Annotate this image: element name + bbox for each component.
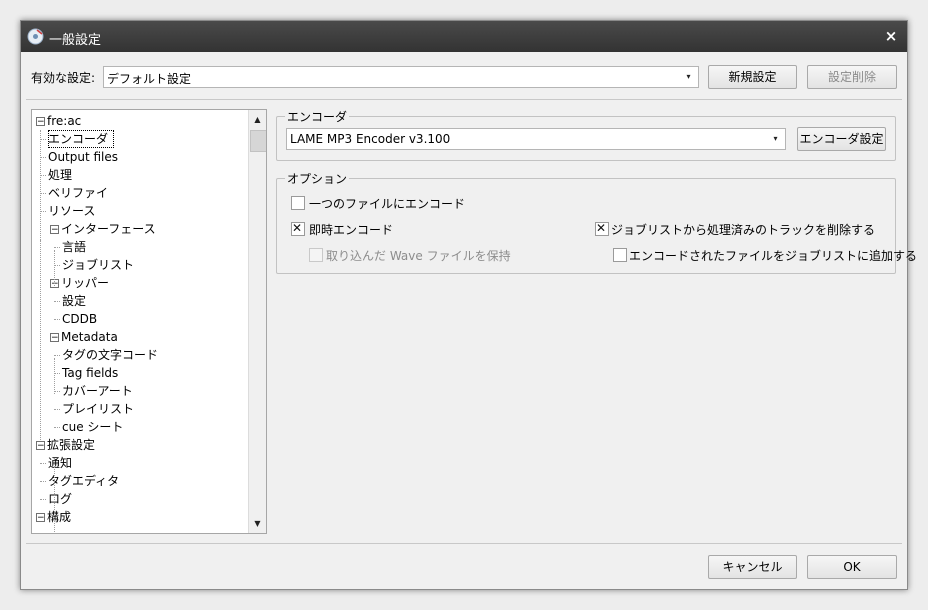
encoder-config-button[interactable]: エンコーダ設定 <box>797 127 886 151</box>
tree-item[interactable]: エンコーダ <box>48 130 115 148</box>
profile-label: 有効な設定: <box>31 71 96 85</box>
tree-expander-icon[interactable]: − <box>50 333 59 343</box>
keep-wave-checkbox[interactable] <box>309 248 323 262</box>
tree-item[interactable]: タグエディタ <box>48 472 119 490</box>
tree-item[interactable]: 通知 <box>48 454 72 472</box>
tree-scrollbar[interactable]: ▲ ▼ <box>248 110 266 533</box>
profile-select[interactable]: デフォルト設定 ▾ <box>103 66 699 88</box>
tree-item[interactable]: プレイリスト <box>62 400 134 418</box>
encoder-select-value: LAME MP3 Encoder v3.100 <box>290 132 451 146</box>
options-group-title: オプション <box>285 170 350 187</box>
tree-item[interactable]: リッパー <box>61 274 109 292</box>
scroll-up-icon[interactable]: ▲ <box>249 111 266 128</box>
tree-item[interactable]: fre:ac <box>47 112 81 130</box>
tree-expander-icon[interactable]: − <box>36 513 45 523</box>
ok-button[interactable]: OK <box>807 555 897 579</box>
keep-wave-label[interactable]: 取り込んだ Wave ファイルを保持 <box>326 247 511 264</box>
scroll-down-icon[interactable]: ▼ <box>249 515 266 532</box>
tree-item[interactable]: 設定 <box>62 292 86 310</box>
tree-connector <box>54 319 60 320</box>
tree-expander-icon[interactable]: − <box>36 117 45 127</box>
tree-connector <box>54 358 55 394</box>
tree-connector <box>54 427 60 428</box>
tree-expander-icon[interactable]: − <box>50 225 59 235</box>
app-icon <box>27 28 44 45</box>
tree-item[interactable]: インターフェース <box>61 220 156 238</box>
tree-item[interactable]: ジョブリスト <box>62 256 134 274</box>
add-encoded-label[interactable]: エンコードされたファイルをジョブリストに追加する <box>629 247 917 264</box>
chevron-down-icon[interactable]: ▾ <box>768 131 783 147</box>
tree-item[interactable]: 言語 <box>62 238 86 256</box>
profile-select-value: デフォルト設定 <box>107 72 192 86</box>
footer-divider <box>26 543 902 544</box>
add-encoded-checkbox[interactable] <box>613 248 627 262</box>
tree-item[interactable]: cue シート <box>62 418 123 436</box>
settings-tree: − fre:ac エンコーダ Output files 処理 ベリファイ リソース − インター… <box>31 109 267 534</box>
tree-item[interactable]: CDDB <box>62 310 97 328</box>
on-the-fly-checkbox[interactable] <box>291 221 305 236</box>
remove-tracks-label[interactable]: ジョブリストから処理済みのトラックを削除する <box>611 221 875 238</box>
tree-item[interactable]: タグの文字コード <box>62 346 158 364</box>
tree-item[interactable]: 構成 <box>47 508 71 526</box>
encoder-group-title: エンコーダ <box>285 108 350 125</box>
cancel-button[interactable]: キャンセル <box>708 555 797 579</box>
window-title: 一般設定 <box>49 33 102 48</box>
tree-item[interactable]: Metadata <box>61 328 118 346</box>
tree-connector <box>54 301 60 302</box>
title-bar: 一般設定 × <box>21 21 907 52</box>
tree-item[interactable]: 拡張設定 <box>47 436 95 454</box>
tree-connector <box>40 481 46 482</box>
tree-item[interactable]: ベリファイ <box>48 184 108 202</box>
tree-item[interactable]: 処理 <box>48 166 72 184</box>
tree-connector <box>40 240 41 440</box>
new-profile-button[interactable]: 新規設定 <box>708 65 797 89</box>
scroll-thumb[interactable] <box>250 130 266 152</box>
tree-connector <box>54 466 55 533</box>
tree-connector <box>54 250 55 286</box>
tree-expander-icon[interactable]: − <box>36 441 45 451</box>
tree-connector <box>40 463 46 464</box>
close-icon[interactable]: × <box>881 26 901 46</box>
on-the-fly-label[interactable]: 即時エンコード <box>309 221 393 238</box>
tree-item[interactable]: カバーアート <box>62 382 133 400</box>
divider <box>26 99 902 100</box>
tree-connector <box>54 355 60 356</box>
chevron-down-icon[interactable]: ▾ <box>681 69 696 85</box>
remove-tracks-checkbox[interactable] <box>595 221 609 236</box>
tree-item[interactable]: ログ <box>48 490 72 508</box>
tree-connector <box>54 409 60 410</box>
settings-dialog: 一般設定 × 有効な設定: デフォルト設定 ▾ 新規設定 設定削除 − fre:a… <box>20 20 917 590</box>
tree-item[interactable]: リソース <box>48 202 95 220</box>
delete-profile-button[interactable]: 設定削除 <box>807 65 897 89</box>
encoder-select[interactable]: LAME MP3 Encoder v3.100 ▾ <box>286 128 786 150</box>
single-file-label[interactable]: 一つのファイルにエンコード <box>309 195 465 212</box>
tree-item[interactable]: Output files <box>48 148 118 166</box>
tree-connector <box>54 247 60 248</box>
single-file-checkbox[interactable] <box>291 196 305 210</box>
tree-connector <box>40 130 41 240</box>
tree-item[interactable]: Tag fields <box>62 364 118 382</box>
tree-connector <box>40 499 46 500</box>
